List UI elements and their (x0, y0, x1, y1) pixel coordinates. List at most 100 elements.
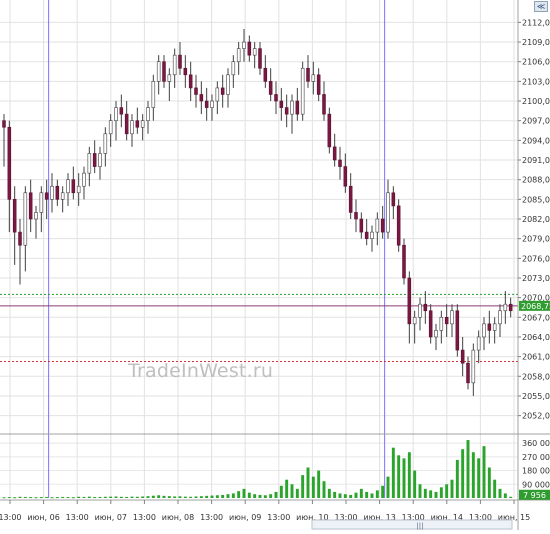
candle-body (242, 41, 246, 49)
volume-bar (7, 497, 11, 499)
volume-bar (66, 497, 70, 499)
candle-body (146, 107, 150, 121)
candle-body (183, 67, 188, 76)
price-tick-label: 2085,00 (522, 195, 550, 204)
candle-body (151, 81, 156, 108)
candle-body (34, 212, 38, 220)
volume-bar (327, 488, 331, 498)
candle-body (172, 54, 177, 76)
candle-body (455, 310, 460, 351)
candle-body (274, 94, 278, 102)
volume-bar (493, 479, 497, 498)
volume-bar (290, 484, 294, 498)
volume-bar (151, 495, 155, 498)
candle-body (338, 159, 342, 167)
collapse-icon[interactable]: ≪ (534, 1, 548, 12)
candle-body (306, 67, 310, 82)
volume-bar (423, 488, 427, 498)
candle-body (423, 303, 428, 312)
volume-bar (2, 497, 6, 499)
volume-tick-label: 360 000 (522, 439, 550, 448)
volume-bar (322, 481, 326, 498)
volume-bar (311, 476, 315, 498)
candle-body (2, 120, 6, 128)
volume-bar (93, 497, 97, 499)
volume-bar (162, 495, 166, 498)
candle-body (386, 192, 390, 233)
volume-bar (39, 497, 43, 499)
volume-bar (418, 484, 422, 498)
volume-bar (263, 495, 267, 498)
time-scrollbar-grip[interactable]: ||| (311, 519, 513, 530)
candle-body (316, 74, 321, 95)
volume-bar (157, 495, 161, 498)
time-tick-label: 13:00 (0, 513, 22, 522)
volume-bar (375, 490, 379, 498)
candle-body (156, 61, 161, 82)
price-tick-label: 2052,00 (522, 412, 550, 421)
price-tick-label: 2073,00 (522, 274, 550, 283)
candle-body (380, 218, 385, 233)
volume-bar (189, 496, 193, 498)
volume-bar (434, 491, 438, 498)
candle-body (322, 94, 326, 115)
candlesticks (2, 28, 513, 396)
candle-body (434, 330, 438, 338)
volume-bar (466, 440, 470, 498)
candle-body (162, 61, 166, 82)
volume-bar (205, 495, 209, 498)
candle-body (258, 48, 262, 69)
volume-bar (178, 496, 182, 498)
time-tick-label: 13:00 (133, 513, 156, 522)
candle-body (39, 192, 44, 213)
volume-bar (301, 475, 305, 498)
volume-bar (445, 484, 449, 498)
price-tick-label: 2094,00 (522, 136, 550, 145)
volume-bar (343, 494, 347, 498)
time-tick-label: июн, 09 (229, 513, 261, 522)
candle-body (370, 231, 374, 239)
scrollbar-track (311, 519, 513, 530)
volume-bar (210, 495, 214, 498)
candle-body (348, 185, 353, 213)
volume-bar (279, 485, 283, 498)
candle-body (194, 87, 198, 95)
last-price-label: 2068,75 (521, 302, 550, 311)
volume-bar (295, 488, 299, 498)
volume-bar (455, 459, 459, 498)
volume-bar (354, 492, 358, 498)
time-tick-label: июн, 06 (27, 513, 59, 522)
scrollbar-grip-label: ||| (416, 522, 423, 530)
candle-body (343, 166, 348, 187)
candle-body (76, 185, 81, 194)
candle-body (23, 192, 28, 246)
candle-body (124, 113, 129, 135)
candle-body (135, 120, 140, 128)
candle-body (215, 87, 220, 102)
price-tick-label: 2058,00 (522, 372, 550, 381)
volume-tick-label: 270 000 (522, 453, 550, 462)
volume-bar (87, 496, 91, 498)
candle-body (114, 107, 118, 121)
time-tick-label: июн, 08 (162, 513, 194, 522)
candle-body (311, 74, 316, 82)
candle-body (471, 349, 476, 384)
candle-body (418, 303, 422, 318)
candle-body (428, 310, 433, 338)
chart-grid (0, 0, 518, 498)
candle-body (391, 192, 396, 207)
volume-bar (258, 494, 262, 498)
candle-body (12, 199, 17, 233)
candle-body (87, 153, 92, 174)
time-tick-label: июн, 07 (95, 513, 127, 522)
price-tick-label: 2082,00 (522, 215, 550, 224)
volume-bar (98, 496, 102, 498)
candle-body (295, 100, 300, 115)
candle-body (226, 74, 230, 95)
volume-bar (306, 467, 310, 498)
candle-body (492, 323, 497, 331)
candle-body (402, 244, 406, 279)
volume-bar (146, 496, 150, 498)
volume-bar (359, 488, 363, 498)
candle-body (290, 100, 294, 115)
